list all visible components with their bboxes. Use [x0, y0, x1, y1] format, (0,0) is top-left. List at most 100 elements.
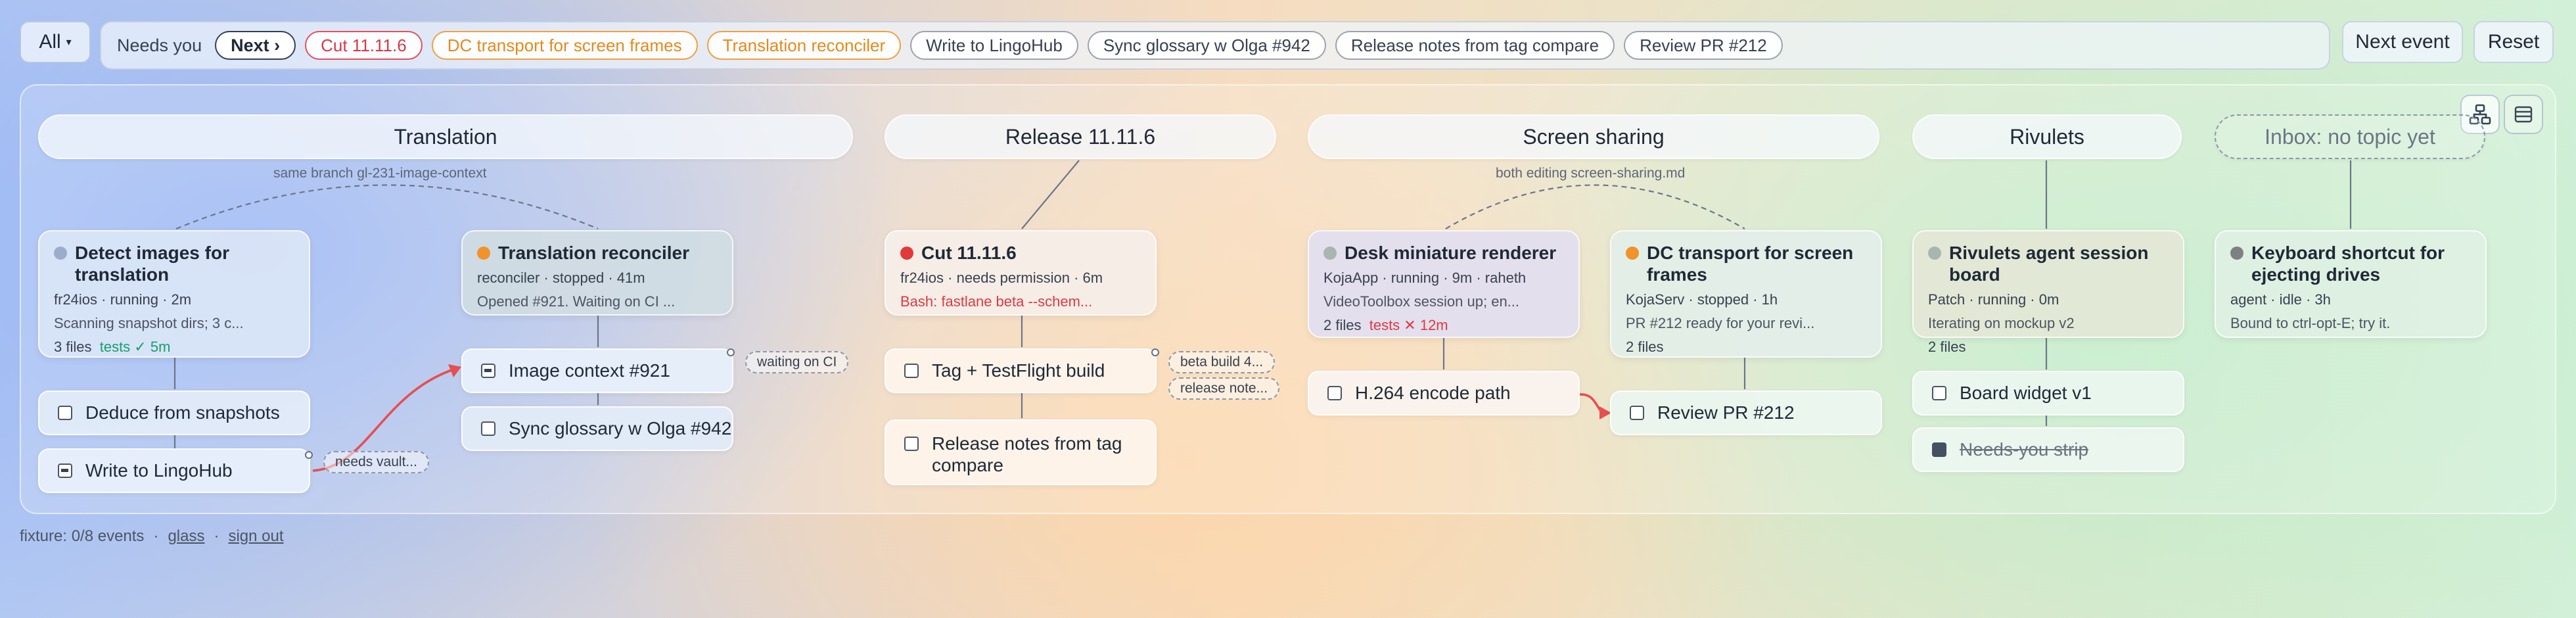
task-review-pr[interactable]: Review PR #212: [1610, 391, 1882, 435]
task-label: Sync glossary w Olga #942: [509, 418, 732, 439]
needs-chip-review-pr[interactable]: Review PR #212: [1624, 31, 1783, 60]
needs-chip-cut[interactable]: Cut 11.11.6: [305, 31, 423, 60]
task-label: Tag + TestFlight build: [932, 360, 1105, 381]
task-label: Write to LingoHub: [85, 460, 233, 481]
task-checkbox-in-progress[interactable]: [58, 464, 72, 478]
agent-card-desk-renderer[interactable]: Desk miniature renderer KojaApp · runnin…: [1308, 230, 1580, 338]
agent-card-translation-reconciler[interactable]: Translation reconciler reconciler · stop…: [461, 230, 733, 316]
status-dot: [54, 247, 67, 260]
task-label: Needs-you strip: [1960, 439, 2089, 460]
needs-chip-dc-transport[interactable]: DC transport for screen frames: [431, 31, 698, 60]
agent-files: 3 files: [54, 339, 92, 355]
task-board-widget[interactable]: Board widget v1: [1912, 371, 2184, 416]
task-checkbox[interactable]: [481, 421, 495, 436]
list-view-button[interactable]: [2504, 95, 2543, 134]
task-checkbox[interactable]: [1327, 386, 1342, 400]
agent-card-rivulets-board[interactable]: Rivulets agent session board Patch · run…: [1912, 230, 2184, 355]
status-dot: [477, 247, 490, 260]
status-dot: [1323, 247, 1337, 260]
topic-translation[interactable]: Translation: [38, 114, 853, 159]
agent-card-keyboard-shortcut[interactable]: Keyboard shortcut for ejecting drives ag…: [2215, 230, 2487, 338]
agent-message: Opened #921. Waiting on CI ...: [477, 293, 676, 310]
tests-badge: tests ✓ 5m: [99, 339, 171, 355]
sign-out-link[interactable]: sign out: [228, 527, 283, 546]
agent-title: DC transport for screen frames: [1647, 243, 1854, 285]
link-label-screen: both editing screen-sharing.md: [1496, 166, 1686, 181]
next-event-button[interactable]: Next event: [2342, 21, 2463, 63]
topic-rivulets[interactable]: Rivulets: [1912, 114, 2182, 159]
blocker-pill-release-notes[interactable]: release note...: [1168, 377, 1280, 400]
agent-card-cut-release[interactable]: Cut 11.11.6 fr24ios · needs permission ·…: [885, 230, 1157, 316]
agent-status: agent · idle · 3h: [2230, 291, 2331, 308]
task-testflight-build[interactable]: Tag + TestFlight build: [885, 348, 1157, 393]
agent-status: KojaServ · stopped · 1h: [1626, 291, 1778, 308]
agent-status: reconciler · stopped · 41m: [477, 270, 645, 286]
task-checkbox[interactable]: [904, 437, 919, 451]
needs-chip-release-notes[interactable]: Release notes from tag compare: [1335, 31, 1615, 60]
needs-chip-lingohub[interactable]: Write to LingoHub: [910, 31, 1078, 60]
agent-files: 2 files: [1626, 339, 1664, 355]
blocker-pill-needs-vault[interactable]: needs vault...: [323, 451, 429, 473]
pill-anchor: [305, 451, 313, 459]
agent-card-dc-transport[interactable]: DC transport for screen frames KojaServ …: [1610, 230, 1882, 358]
task-sync-glossary[interactable]: Sync glossary w Olga #942: [461, 406, 733, 451]
list-icon: [2514, 106, 2533, 123]
next-button[interactable]: Next ›: [215, 31, 296, 60]
glass-link[interactable]: glass: [168, 527, 204, 546]
pill-anchor: [727, 348, 735, 356]
status-dot: [900, 247, 913, 260]
needs-you-label: Needs you: [117, 35, 202, 55]
agent-title: Desk miniature renderer: [1345, 243, 1557, 263]
agent-title: Keyboard shortcut for ejecting drives: [2251, 243, 2445, 285]
task-label: Image context #921: [509, 360, 670, 381]
task-checkbox[interactable]: [58, 406, 72, 420]
agent-status: KojaApp · running · 9m · raheth: [1323, 270, 1527, 286]
agent-title: Translation reconciler: [498, 243, 689, 263]
task-checkbox-in-progress[interactable]: [481, 364, 495, 378]
task-checkbox-done[interactable]: [1932, 442, 1946, 457]
agent-status: Patch · running · 0m: [1928, 291, 2059, 308]
filter-dropdown[interactable]: All ▾: [20, 21, 91, 63]
tests-badge: tests ✕ 12m: [1369, 317, 1448, 333]
topic-screen-sharing[interactable]: Screen sharing: [1308, 114, 1879, 159]
reset-button[interactable]: Reset: [2473, 21, 2554, 63]
blocker-pill-beta-build[interactable]: beta build 4...: [1168, 351, 1276, 373]
blocker-pill-waiting-ci[interactable]: waiting on CI: [745, 351, 849, 373]
task-label: Board widget v1: [1960, 383, 2092, 403]
footer-separator: ·: [214, 527, 219, 545]
task-label: Review PR #212: [1657, 402, 1795, 423]
needs-chip-glossary[interactable]: Sync glossary w Olga #942: [1087, 31, 1326, 60]
agent-message: Scanning snapshot dirs; 3 c...: [54, 315, 244, 331]
footer: fixture: 0/8 events · glass · sign out: [20, 527, 284, 546]
agent-message: VideoToolbox session up; en...: [1323, 293, 1520, 310]
status-dot: [2230, 247, 2243, 260]
agent-status: fr24ios · running · 2m: [54, 291, 192, 308]
agent-title: Rivulets agent session board: [1949, 243, 2149, 285]
status-dot: [1928, 247, 1941, 260]
agent-message: PR #212 ready for your revi...: [1626, 315, 1815, 331]
task-write-lingohub[interactable]: Write to LingoHub: [38, 448, 310, 493]
task-label: H.264 encode path: [1355, 383, 1511, 403]
agent-title: Detect images for translation: [75, 243, 229, 285]
needs-chip-translation-reconciler[interactable]: Translation reconciler: [706, 31, 902, 60]
pill-anchor: [1151, 348, 1159, 356]
task-label: Release notes from tag compare: [932, 433, 1122, 475]
footer-separator: ·: [153, 527, 159, 545]
task-checkbox[interactable]: [904, 364, 919, 378]
task-checkbox[interactable]: [1932, 386, 1946, 400]
topic-release[interactable]: Release 11.11.6: [885, 114, 1276, 159]
agent-message: Bound to ctrl-opt-E; try it.: [2230, 315, 2391, 331]
status-dot: [1626, 247, 1639, 260]
fixture-status: fixture: 0/8 events: [20, 527, 145, 545]
task-h264-encode[interactable]: H.264 encode path: [1308, 371, 1580, 416]
task-image-context[interactable]: Image context #921: [461, 348, 733, 393]
task-release-notes[interactable]: Release notes from tag compare: [885, 419, 1157, 485]
agent-message: Iterating on mockup v2: [1928, 315, 2075, 331]
topic-inbox[interactable]: Inbox: no topic yet: [2215, 114, 2485, 159]
task-deduce-snapshots[interactable]: Deduce from snapshots: [38, 391, 310, 435]
needs-you-strip: Needs you Next › Cut 11.11.6 DC transpor…: [100, 21, 2330, 70]
filter-label: All: [39, 31, 61, 53]
task-checkbox[interactable]: [1630, 406, 1644, 420]
task-needs-you-strip[interactable]: Needs-you strip: [1912, 427, 2184, 472]
agent-card-detect-images[interactable]: Detect images for translation fr24ios · …: [38, 230, 310, 358]
